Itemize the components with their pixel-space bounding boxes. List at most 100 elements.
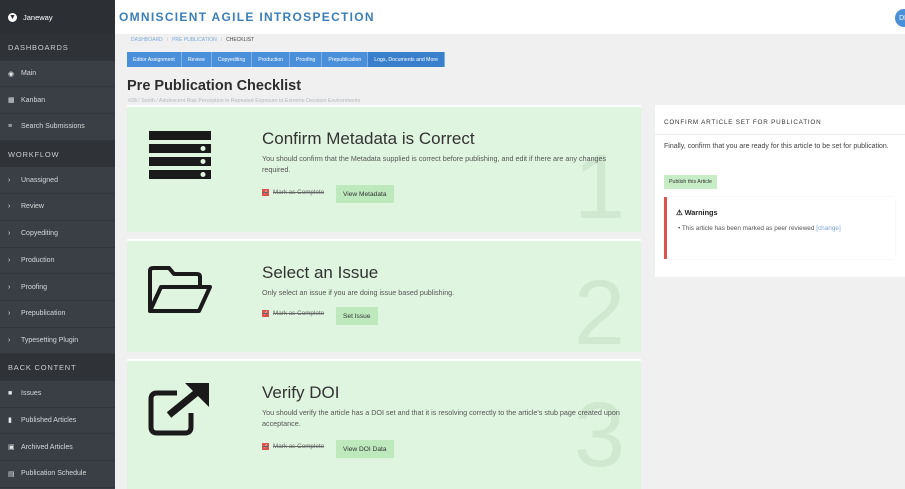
list-icon: ≡ <box>8 123 13 131</box>
sidebar-item-archived-articles[interactable]: ▣ Archived Articles <box>0 434 115 461</box>
sidebar: ▼ Janeway DASHBOARDS ◉ Main ▦ Kanban ≡ S… <box>0 0 115 489</box>
sidebar-item-issues[interactable]: ■ Issues <box>0 381 115 408</box>
checklist-card-doi: 3 Verify DOI You should verify the artic… <box>127 359 641 489</box>
mark-complete-label: Mark as Complete <box>273 310 325 317</box>
sidebar-item-label: Search Submissions <box>21 123 85 131</box>
mark-complete-label: Mark as Complete <box>273 189 325 196</box>
breadcrumb-checklist: CHECKLIST <box>226 37 255 43</box>
step-number: 3 <box>573 384 625 486</box>
press-title[interactable]: OMNISCIENT AGILE INTROSPECTION <box>119 10 375 24</box>
set-issue-button[interactable]: Set Issue <box>336 307 378 325</box>
chevron-right-icon: › <box>8 336 11 344</box>
tab-review[interactable]: Review <box>181 52 212 67</box>
chevron-right-icon: › <box>8 310 11 318</box>
publish-panel-title: CONFIRM ARTICLE SET FOR PUBLICATION <box>664 119 822 126</box>
checklist-card-issue: 2 Select an Issue Only select an issue i… <box>127 239 641 352</box>
checkbox-checked-icon: ✓ <box>262 189 269 196</box>
checkbox-checked-icon: ✓ <box>262 443 269 450</box>
mark-complete-checkbox[interactable]: ✓ Mark as Complete <box>262 310 324 317</box>
main-content: DASHBOARD / PRE PUBLICATION / CHECKLIST Edit… <box>115 34 905 489</box>
mark-complete-label: Mark as Complete <box>273 443 325 450</box>
sidebar-item-main[interactable]: ◉ Main <box>0 61 115 88</box>
page-title: Pre Publication Checklist <box>127 78 302 94</box>
step-description: Only select an issue if you are doing is… <box>262 288 455 297</box>
chevron-down-icon: ▼ <box>8 12 17 22</box>
mark-complete-checkbox[interactable]: ✓ Mark as Complete <box>262 443 324 450</box>
tab-copyediting[interactable]: Copyediting <box>211 52 253 67</box>
sidebar-item-label: Issues <box>21 390 42 398</box>
chevron-right-icon: › <box>8 176 11 184</box>
warning-triangle-icon: ⚠ <box>676 208 683 217</box>
kanban-icon: ▦ <box>8 97 15 105</box>
chevron-right-icon: › <box>8 203 11 211</box>
warning-item: • This article has been marked as peer r… <box>678 225 841 232</box>
step-description: You should verify the article has a DOI … <box>262 408 620 428</box>
sidebar-section-back-content: BACK CONTENT <box>0 354 115 381</box>
bullet-icon: • <box>678 225 681 232</box>
view-doi-data-button[interactable]: View DOI Data <box>336 440 394 458</box>
workflow-tabs: Editor Assignment Review Copyediting Pro… <box>127 52 445 67</box>
sidebar-item-label: Review <box>21 203 44 211</box>
folder-open-icon <box>147 265 213 322</box>
tab-proofing[interactable]: Proofing <box>290 52 323 67</box>
checklist-card-metadata: 1 Confirm Metadata is Correct You should… <box>127 105 641 232</box>
sidebar-item-label: Copyediting <box>21 230 58 238</box>
file-icon: ▮ <box>8 417 12 425</box>
warning-text: This article has been marked as peer rev… <box>681 225 815 232</box>
breadcrumb-dashboard[interactable]: DASHBOARD <box>131 37 163 43</box>
avatar[interactable]: DK <box>895 9 905 27</box>
sidebar-item-review[interactable]: › Review <box>0 194 115 221</box>
sidebar-item-label: Published Articles <box>21 416 77 424</box>
step-title: Verify DOI <box>262 383 340 402</box>
divider <box>655 134 905 135</box>
sidebar-item-copyediting[interactable]: › Copyediting <box>0 221 115 248</box>
sidebar-item-label: Prepublication <box>21 310 66 318</box>
warnings-box: ⚠ Warnings • This article has been marke… <box>664 197 895 259</box>
change-link[interactable]: [change] <box>816 225 841 232</box>
chevron-right-icon: › <box>8 230 11 238</box>
tab-editor-assignment[interactable]: Editor Assignment <box>127 52 182 67</box>
sidebar-item-label: Proofing <box>21 283 48 291</box>
publish-article-button[interactable]: Publish this Article <box>664 175 717 189</box>
tab-prepublication[interactable]: Prepublication <box>322 52 369 67</box>
sidebar-item-label: Production <box>21 256 55 264</box>
sidebar-item-label: Typesetting Plugin <box>21 336 79 344</box>
folder-icon: ■ <box>8 390 13 398</box>
top-bar: OMNISCIENT AGILE INTROSPECTION DK <box>115 0 905 34</box>
sidebar-item-production[interactable]: › Production <box>0 248 115 275</box>
dashboard-icon: ◉ <box>8 70 15 78</box>
step-description: You should confirm that the Metadata sup… <box>262 154 607 174</box>
sidebar-section-dashboards: DASHBOARDS <box>0 34 115 61</box>
sidebar-item-proofing[interactable]: › Proofing <box>0 274 115 301</box>
calendar-icon: ▤ <box>8 470 15 478</box>
sidebar-item-label: Main <box>21 70 37 78</box>
sidebar-item-publication-schedule[interactable]: ▤ Publication Schedule <box>0 461 115 488</box>
view-metadata-button[interactable]: View Metadata <box>336 185 394 203</box>
sidebar-item-search-submissions[interactable]: ≡ Search Submissions <box>0 114 115 141</box>
sidebar-item-typesetting-plugin[interactable]: › Typesetting Plugin <box>0 328 115 355</box>
breadcrumb-pre-publication[interactable]: PRE PUBLICATION <box>172 37 217 43</box>
sidebar-item-label: Publication Schedule <box>21 470 87 478</box>
archive-icon: ▣ <box>8 444 15 452</box>
publish-panel-text: Finally, confirm that you are ready for … <box>664 143 889 150</box>
sidebar-brand[interactable]: ▼ Janeway <box>0 0 115 34</box>
warnings-heading: ⚠ Warnings <box>676 208 718 217</box>
sidebar-item-published-articles[interactable]: ▮ Published Articles <box>0 408 115 435</box>
chevron-right-icon: › <box>8 256 11 264</box>
sidebar-item-kanban[interactable]: ▦ Kanban <box>0 87 115 115</box>
mark-complete-checkbox[interactable]: ✓ Mark as Complete <box>262 189 324 196</box>
tab-production[interactable]: Production <box>252 52 291 67</box>
article-subtitle: #28 / Smith / Adolescent Risk Perception… <box>128 98 361 104</box>
step-number: 2 <box>573 262 625 352</box>
external-link-icon <box>147 381 211 442</box>
step-title: Select an Issue <box>262 263 379 282</box>
sidebar-item-label: Unassigned <box>21 176 58 184</box>
sidebar-item-label: Archived Articles <box>21 443 73 451</box>
sidebar-item-unassigned[interactable]: › Unassigned <box>0 167 115 195</box>
checkbox-checked-icon: ✓ <box>262 310 269 317</box>
sidebar-item-label: Kanban <box>21 96 46 104</box>
tab-logs-documents[interactable]: Logs, Documents and More <box>368 52 445 67</box>
sidebar-item-prepublication[interactable]: › Prepublication <box>0 301 115 328</box>
warnings-title: Warnings <box>684 208 718 217</box>
publish-panel: CONFIRM ARTICLE SET FOR PUBLICATION Fina… <box>655 105 905 277</box>
